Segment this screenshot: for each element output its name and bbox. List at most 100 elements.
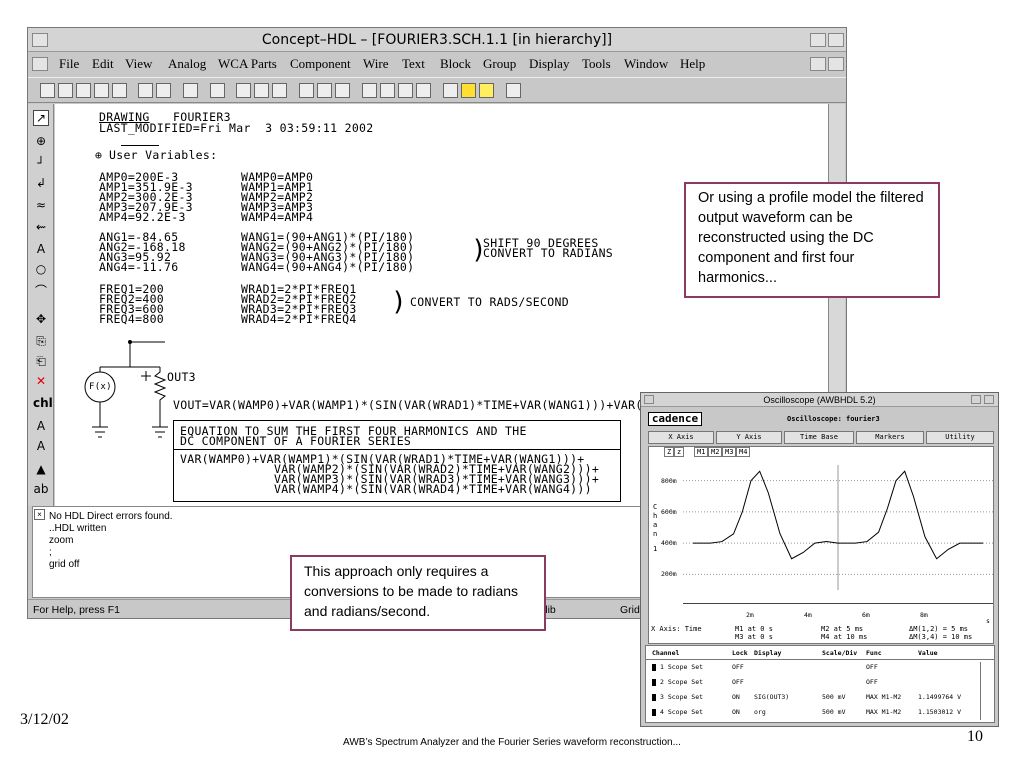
marker-m3[interactable]: M3 (722, 447, 737, 457)
window-title-bar[interactable]: Concept–HDL – [FOURIER3.SCH.1.1 [in hier… (28, 28, 846, 52)
page-goto-icon[interactable] (335, 83, 350, 98)
table-cell-channel[interactable]: 3 Scope Set (660, 693, 703, 701)
osc-minimize-button[interactable] (971, 395, 981, 404)
osc-maximize-button[interactable] (984, 395, 994, 404)
text-edit-icon[interactable]: A (33, 419, 49, 433)
table-cell-func[interactable]: OFF (866, 663, 878, 671)
doc-restore-button[interactable] (810, 57, 826, 71)
table-cell-scale[interactable]: 500 mV (822, 693, 845, 701)
tab-utility[interactable]: Utility (926, 431, 994, 444)
add-component-icon[interactable]: ⊕ (33, 134, 49, 148)
menu-tools[interactable]: Tools (582, 56, 611, 72)
print-icon[interactable] (112, 83, 127, 98)
tab-markers[interactable]: Markers (856, 431, 924, 444)
table-cell-channel[interactable]: 1 Scope Set (660, 663, 703, 671)
channel-select-box[interactable] (652, 664, 656, 671)
redo-icon[interactable] (156, 83, 171, 98)
open-icon[interactable] (58, 83, 73, 98)
page-next-icon[interactable] (317, 83, 332, 98)
doc-menu-button[interactable] (32, 57, 48, 71)
osc-menu-button[interactable] (644, 395, 654, 404)
table-cell-channel[interactable]: 2 Scope Set (660, 678, 703, 686)
dehighlight-icon[interactable] (479, 83, 494, 98)
zoom-area-icon[interactable] (380, 83, 395, 98)
text-size-icon[interactable]: A (33, 439, 49, 453)
tab-time-base[interactable]: Time Base (784, 431, 854, 444)
table-scrollbar[interactable] (980, 662, 992, 720)
close-icon[interactable]: × (34, 509, 45, 520)
paste-icon[interactable]: ⎗ (33, 354, 49, 369)
connect-icon[interactable]: ⇜ (33, 220, 49, 234)
table-cell-lock[interactable]: OFF (732, 678, 744, 686)
page-prev-icon[interactable] (299, 83, 314, 98)
waveform-plot (683, 465, 993, 590)
zoom-icon[interactable]: Z (664, 447, 675, 457)
tab-x-axis[interactable]: X Axis (648, 431, 714, 444)
menu-wca-parts[interactable]: WCA Parts (218, 56, 277, 72)
highlight-icon[interactable] (461, 83, 476, 98)
channel-select-box[interactable] (652, 694, 656, 701)
table-cell-display[interactable]: org (754, 708, 766, 716)
hierarchy-icon[interactable] (210, 83, 225, 98)
check-icon[interactable] (183, 83, 198, 98)
change-icon[interactable]: chl (33, 396, 53, 410)
properties-icon[interactable] (443, 83, 458, 98)
copy-icon[interactable]: ⎘ (33, 334, 49, 349)
marker-m1[interactable]: M1 (694, 447, 709, 457)
maximize-button[interactable] (828, 33, 844, 47)
marker-m4[interactable]: M4 (736, 447, 751, 457)
menu-edit[interactable]: Edit (92, 56, 114, 72)
table-cell-lock[interactable]: ON (732, 708, 740, 716)
window-menu-button[interactable] (32, 33, 48, 47)
text-icon[interactable]: A (33, 242, 49, 256)
context-help-icon[interactable] (506, 83, 521, 98)
menu-component[interactable]: Component (290, 56, 351, 72)
new-icon[interactable] (40, 83, 55, 98)
menu-help[interactable]: Help (680, 56, 705, 72)
menu-block[interactable]: Block (440, 56, 471, 72)
doc-close-button[interactable] (828, 57, 844, 71)
undo-icon[interactable] (138, 83, 153, 98)
table-cell-channel[interactable]: 4 Scope Set (660, 708, 703, 716)
menu-display[interactable]: Display (529, 56, 569, 72)
zoom-fit-icon[interactable] (362, 83, 377, 98)
table-cell-func[interactable]: MAX M1-M2 (866, 693, 901, 701)
table-cell-display[interactable]: SIG(OUT3) (754, 693, 789, 701)
circle-icon[interactable]: ○ (33, 262, 49, 276)
menu-group[interactable]: Group (483, 56, 516, 72)
attribute-text-icon[interactable]: ab (33, 482, 49, 496)
save-icon[interactable] (76, 83, 91, 98)
minimize-button[interactable] (810, 33, 826, 47)
pop-icon[interactable] (254, 83, 269, 98)
channel-select-box[interactable] (652, 709, 656, 716)
menu-view[interactable]: View (125, 56, 152, 72)
wire-icon[interactable]: ┘ (33, 156, 49, 170)
oscilloscope-title-bar[interactable]: Oscilloscope (AWBHDL 5.2) (641, 393, 998, 407)
table-cell-lock[interactable]: OFF (732, 663, 744, 671)
wire-bus-icon[interactable]: ↲ (33, 176, 49, 190)
table-cell-func[interactable]: OFF (866, 678, 878, 686)
select-arrow-icon[interactable]: ↗ (33, 110, 49, 126)
return-icon[interactable] (272, 83, 287, 98)
delete-icon[interactable]: ✕ (33, 374, 49, 388)
save-all-icon[interactable] (94, 83, 109, 98)
menu-text[interactable]: Text (402, 56, 425, 72)
zoom-out-icon[interactable] (416, 83, 431, 98)
axis-icon[interactable]: z (674, 447, 685, 457)
arc-icon[interactable]: ⌒ (33, 282, 49, 299)
menu-window[interactable]: Window (624, 56, 668, 72)
menu-wire[interactable]: Wire (363, 56, 388, 72)
zoom-in-icon[interactable] (398, 83, 413, 98)
menu-file[interactable]: File (59, 56, 79, 72)
signal-name-icon[interactable]: ≈ (33, 198, 49, 212)
table-cell-scale[interactable]: 500 mV (822, 708, 845, 716)
table-cell-lock[interactable]: ON (732, 693, 740, 701)
tab-y-axis[interactable]: Y Axis (716, 431, 782, 444)
attribute-icon[interactable]: ▲ (33, 462, 49, 476)
channel-select-box[interactable] (652, 679, 656, 686)
push-icon[interactable] (236, 83, 251, 98)
menu-analog[interactable]: Analog (168, 56, 206, 72)
marker-m2[interactable]: M2 (708, 447, 723, 457)
move-icon[interactable]: ✥ (33, 312, 49, 326)
table-cell-func[interactable]: MAX M1-M2 (866, 708, 901, 716)
